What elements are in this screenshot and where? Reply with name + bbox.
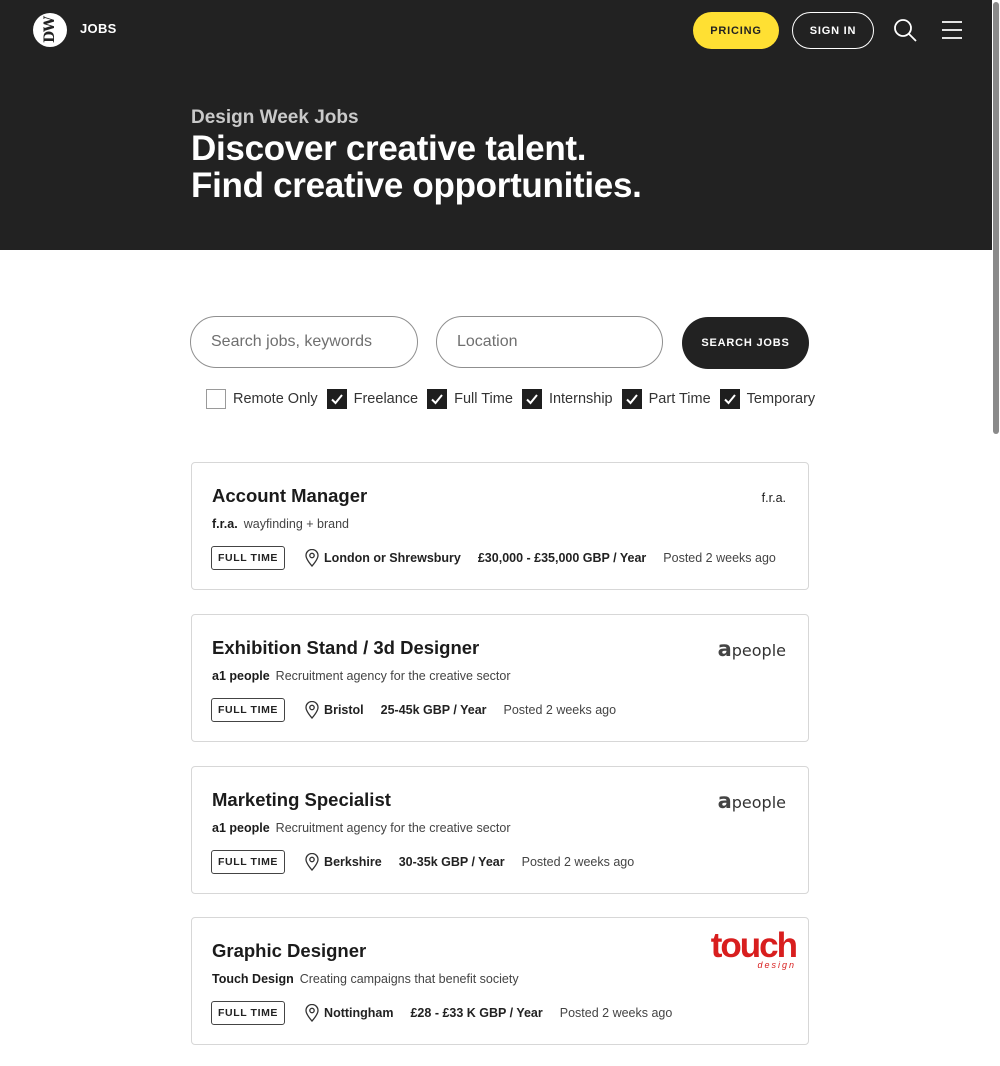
company-tagline: Recruitment agency for the creative sect… <box>275 669 511 683</box>
filter-label: Temporary <box>746 390 816 407</box>
sign-in-button[interactable]: SIGN IN <box>792 12 874 49</box>
checkmark-icon <box>723 393 736 404</box>
scrollbar-thumb[interactable] <box>993 2 999 434</box>
job-title[interactable]: Graphic Designer <box>212 940 366 962</box>
filter-part-time[interactable]: Part Time <box>621 388 711 409</box>
remote-only-checkbox[interactable] <box>206 388 226 409</box>
search-jobs-button[interactable]: SEARCH JOBS <box>682 317 809 369</box>
checkmark-icon <box>625 393 638 404</box>
hero-subtitle: Design Week Jobs <box>191 107 359 128</box>
filter-internship[interactable]: Internship <box>521 388 613 409</box>
hero-banner: DW JOBS PRICING SIGN IN Design Week Jobs… <box>0 0 992 250</box>
job-posted: Posted 2 weeks ago <box>663 551 776 565</box>
hamburger-menu-icon[interactable] <box>941 19 963 41</box>
keywords-search-input[interactable] <box>190 316 418 368</box>
company-tagline: Recruitment agency for the creative sect… <box>275 821 511 835</box>
filter-label: Remote Only <box>233 390 318 407</box>
location-input[interactable] <box>436 316 663 368</box>
dw-logo-text: DW <box>42 17 58 43</box>
company-logo: f.r.a. <box>761 491 786 505</box>
location-pin-icon <box>305 549 319 567</box>
company-line: a1 people Recruitment agency for the crea… <box>212 669 511 683</box>
company-logo: a people <box>718 637 786 661</box>
location-pin-icon <box>305 701 319 719</box>
filter-full-time[interactable]: Full Time <box>427 388 513 409</box>
filter-label: Part Time <box>648 390 711 407</box>
company-logo: touch design <box>710 926 798 970</box>
job-card[interactable]: Exhibition Stand / 3d Designer a people a… <box>191 614 809 742</box>
job-type-badge: FULL TIME <box>211 1001 286 1025</box>
search-icon[interactable] <box>893 18 917 42</box>
job-location: Berkshire <box>324 855 382 869</box>
location-pin-icon <box>305 853 319 871</box>
checkmark-icon <box>526 393 538 404</box>
filter-remote-only[interactable]: Remote Only <box>206 388 318 409</box>
job-salary: 30-35k GBP / Year <box>398 855 505 869</box>
company-line: f.r.a. wayfinding + brand <box>212 517 349 531</box>
checkmark-icon <box>431 393 443 404</box>
job-type-badge: FULL TIME <box>211 698 286 722</box>
internship-checkbox[interactable] <box>521 388 542 409</box>
touch-logo-word: touch <box>710 926 798 965</box>
filter-label: Freelance <box>353 390 419 407</box>
filter-label: Full Time <box>454 390 513 407</box>
filter-label: Internship <box>548 390 613 407</box>
job-meta: FULL TIME Bristol 25-45k GBP / Year Post… <box>211 698 616 722</box>
job-title[interactable]: Marketing Specialist <box>212 789 391 811</box>
job-type-badge: FULL TIME <box>211 850 286 874</box>
a1-logo-word: people <box>731 793 786 812</box>
job-type-filters: Remote Only Freelance Full Time Internsh… <box>206 388 824 409</box>
hero-headline-1: Discover creative talent. <box>191 129 587 168</box>
company-tagline: wayfinding + brand <box>243 517 349 531</box>
company-line: Touch Design Creating campaigns that bene… <box>212 972 519 986</box>
job-location: London or Shrewsbury <box>324 551 461 565</box>
job-meta: FULL TIME Berkshire 30-35k GBP / Year Po… <box>211 850 634 874</box>
job-card[interactable]: Account Manager f.r.a. f.r.a. wayfinding … <box>191 462 809 590</box>
dw-logo[interactable]: DW <box>33 13 67 47</box>
company-line: a1 people Recruitment agency for the crea… <box>212 821 511 835</box>
temporary-checkbox[interactable] <box>719 388 740 409</box>
hero-headline-2: Find creative opportunities. <box>191 166 642 205</box>
pricing-button[interactable]: PRICING <box>693 12 779 49</box>
part-time-checkbox[interactable] <box>621 388 642 409</box>
job-salary: 25-45k GBP / Year <box>380 703 487 717</box>
job-salary: £28 - £33 K GBP / Year <box>410 1006 543 1020</box>
brand-jobs-label[interactable]: JOBS <box>80 21 117 36</box>
job-type-badge: FULL TIME <box>211 546 286 570</box>
company-name: f.r.a. <box>212 517 238 531</box>
job-title[interactable]: Exhibition Stand / 3d Designer <box>212 637 479 659</box>
job-location: Bristol <box>324 703 364 717</box>
job-meta: FULL TIME Nottingham £28 - £33 K GBP / Y… <box>211 1001 672 1025</box>
job-salary: £30,000 - £35,000 GBP / Year <box>477 551 647 565</box>
job-card[interactable]: Graphic Designer touch design Touch Desi… <box>191 917 809 1045</box>
a1-logo-mark: a <box>717 637 732 661</box>
company-name: Touch Design <box>212 972 294 986</box>
job-title[interactable]: Account Manager <box>212 485 367 507</box>
company-name: a1 people <box>212 669 270 683</box>
job-posted: Posted 2 weeks ago <box>521 855 635 869</box>
company-logo: a people <box>718 789 786 813</box>
a1-logo-mark: a <box>717 789 732 813</box>
full-time-checkbox[interactable] <box>427 388 448 409</box>
job-posted: Posted 2 weeks ago <box>559 1006 673 1020</box>
company-tagline: Creating campaigns that benefit society <box>299 972 519 986</box>
filter-freelance[interactable]: Freelance <box>326 388 419 409</box>
a1-logo-word: people <box>731 641 786 660</box>
freelance-checkbox[interactable] <box>326 388 347 409</box>
job-location: Nottingham <box>324 1006 394 1020</box>
job-posted: Posted 2 weeks ago <box>503 703 617 717</box>
job-meta: FULL TIME London or Shrewsbury £30,000 -… <box>211 546 776 570</box>
filter-temporary[interactable]: Temporary <box>719 388 816 409</box>
company-name: a1 people <box>212 821 270 835</box>
location-pin-icon <box>305 1004 319 1022</box>
job-card[interactable]: Marketing Specialist a people a1 people Re… <box>191 766 809 894</box>
checkmark-icon <box>330 393 343 404</box>
